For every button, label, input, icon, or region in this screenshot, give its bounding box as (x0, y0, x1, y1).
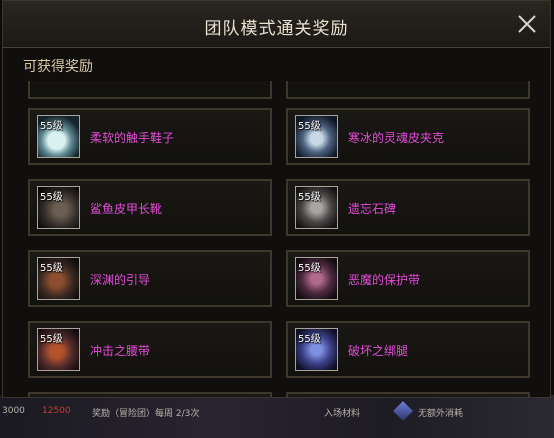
level-badge: 55级 (40, 121, 63, 132)
section-label: 可获得奖励 (23, 59, 93, 75)
reward-card[interactable]: 55级 柔软的触手鞋子 (28, 108, 272, 165)
reward-card[interactable]: 55级 鲨鱼皮甲长靴 (28, 179, 272, 236)
item-name: 恶魔的保护带 (348, 273, 421, 287)
reward-card[interactable]: 55级 寒冰的灵魂皮夹克 (286, 108, 530, 165)
level-badge: 55级 (298, 334, 321, 345)
abyss-guide-icon: 55级 (37, 257, 80, 300)
bg-left-number: 3000 (2, 406, 25, 416)
item-name: 破坏之绑腿 (348, 344, 409, 358)
reward-card[interactable]: 55级 破坏之绑腿 (286, 321, 530, 378)
dialog-titlebar: 团队模式通关奖励 (3, 1, 550, 48)
item-name: 鲨鱼皮甲长靴 (90, 202, 163, 216)
bg-red-number: 12500 (42, 406, 71, 416)
impact-belt-icon: 55级 (37, 328, 80, 371)
reward-card[interactable]: 55级 恶魔的保护带 (286, 250, 530, 307)
forgotten-stele-icon: 55级 (295, 186, 338, 229)
item-name: 寒冰的灵魂皮夹克 (348, 131, 445, 145)
reward-card[interactable] (28, 81, 272, 99)
reward-card[interactable] (286, 392, 530, 397)
sharkskin-boots-icon: 55级 (37, 186, 80, 229)
level-badge: 55级 (40, 263, 63, 274)
destruction-leggings-icon: 55级 (295, 328, 338, 371)
level-badge: 55级 (40, 192, 63, 203)
item-name: 冲击之腰带 (90, 344, 151, 358)
close-icon[interactable] (516, 13, 538, 35)
bg-material-text: 入场材料 (324, 409, 361, 419)
level-badge: 55级 (298, 192, 321, 203)
reward-card[interactable] (286, 81, 530, 99)
rewards-dialog: 团队模式通关奖励 可获得奖励 55级 柔软的触手鞋子 55级 寒冰的灵魂皮夹克 … (2, 0, 551, 398)
level-badge: 55级 (298, 263, 321, 274)
ice-soul-jacket-icon: 55级 (295, 115, 338, 158)
bg-reward-text: 奖励（冒险团）每周 2/3次 (92, 409, 200, 419)
item-name: 深渊的引导 (90, 273, 151, 287)
reward-card[interactable]: 55级 遗忘石碑 (286, 179, 530, 236)
level-badge: 55级 (40, 334, 63, 345)
item-name: 柔软的触手鞋子 (90, 131, 175, 145)
demon-belt-icon: 55级 (295, 257, 338, 300)
item-name: 遗忘石碑 (348, 202, 397, 216)
level-badge: 55级 (298, 121, 321, 132)
reward-card[interactable]: 55级 深渊的引导 (28, 250, 272, 307)
tentacle-boots-icon: 55级 (37, 115, 80, 158)
reward-card[interactable]: 55级 冲击之腰带 (28, 321, 272, 378)
bg-no-extra-text: 无额外消耗 (418, 409, 464, 419)
rewards-list[interactable]: 55级 柔软的触手鞋子 55级 寒冰的灵魂皮夹克 55级 鲨鱼皮甲长靴 55级 … (23, 81, 533, 397)
dialog-title: 团队模式通关奖励 (204, 19, 349, 39)
background-info-strip: 3000 12500 奖励（冒险团）每周 2/3次 入场材料 无额外消耗 (0, 402, 554, 424)
reward-card[interactable] (28, 392, 272, 397)
